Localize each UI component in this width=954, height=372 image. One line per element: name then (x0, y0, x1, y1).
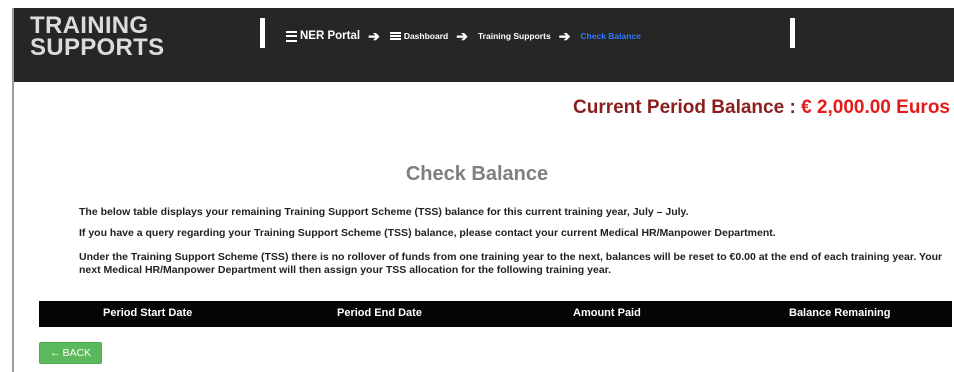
list-icon (389, 32, 401, 40)
header-divider (790, 18, 795, 48)
page-title: Check Balance (405, 163, 549, 185)
app-title: TRAINING SUPPORTS (30, 12, 165, 61)
arrow-right-icon: ➔ (368, 28, 380, 44)
column-header-amount-paid: Amount Paid (573, 307, 641, 319)
arrow-right-icon: ➔ (456, 28, 468, 44)
header-divider (260, 18, 265, 48)
breadcrumb: NER Portal ➔ Dashboard ➔ Training Suppor… (286, 27, 641, 45)
breadcrumb-training-supports[interactable]: Training Supports (478, 31, 551, 41)
back-button[interactable]: ← BACK (39, 342, 102, 364)
column-header-period-end: Period End Date (337, 307, 422, 319)
balance-amount: € 2,000.00 Euros (801, 97, 950, 118)
breadcrumb-ner-portal[interactable]: NER Portal (286, 30, 360, 42)
balance-table-header: Period Start Date Period End Date Amount… (39, 301, 952, 327)
breadcrumb-dashboard[interactable]: Dashboard (389, 31, 448, 41)
menu-icon (286, 30, 297, 42)
arrow-right-icon: ➔ (558, 28, 571, 44)
breadcrumb-check-balance: Check Balance (580, 31, 641, 41)
app-header: TRAINING SUPPORTS NER Portal ➔ Dashboard… (14, 8, 954, 82)
info-paragraph: Under the Training Support Scheme (TSS) … (79, 251, 943, 276)
column-header-period-start: Period Start Date (103, 307, 193, 319)
info-paragraph: If you have a query regarding your Train… (79, 227, 776, 239)
arrow-left-icon: ← (49, 347, 61, 359)
info-paragraph: The below table displays your remaining … (79, 206, 689, 218)
column-header-balance-remaining: Balance Remaining (789, 307, 891, 319)
back-button-label: BACK (62, 347, 92, 359)
current-period-balance: Current Period Balance : € 2,000.00 Euro… (573, 97, 950, 119)
balance-label: Current Period Balance : (573, 97, 802, 118)
